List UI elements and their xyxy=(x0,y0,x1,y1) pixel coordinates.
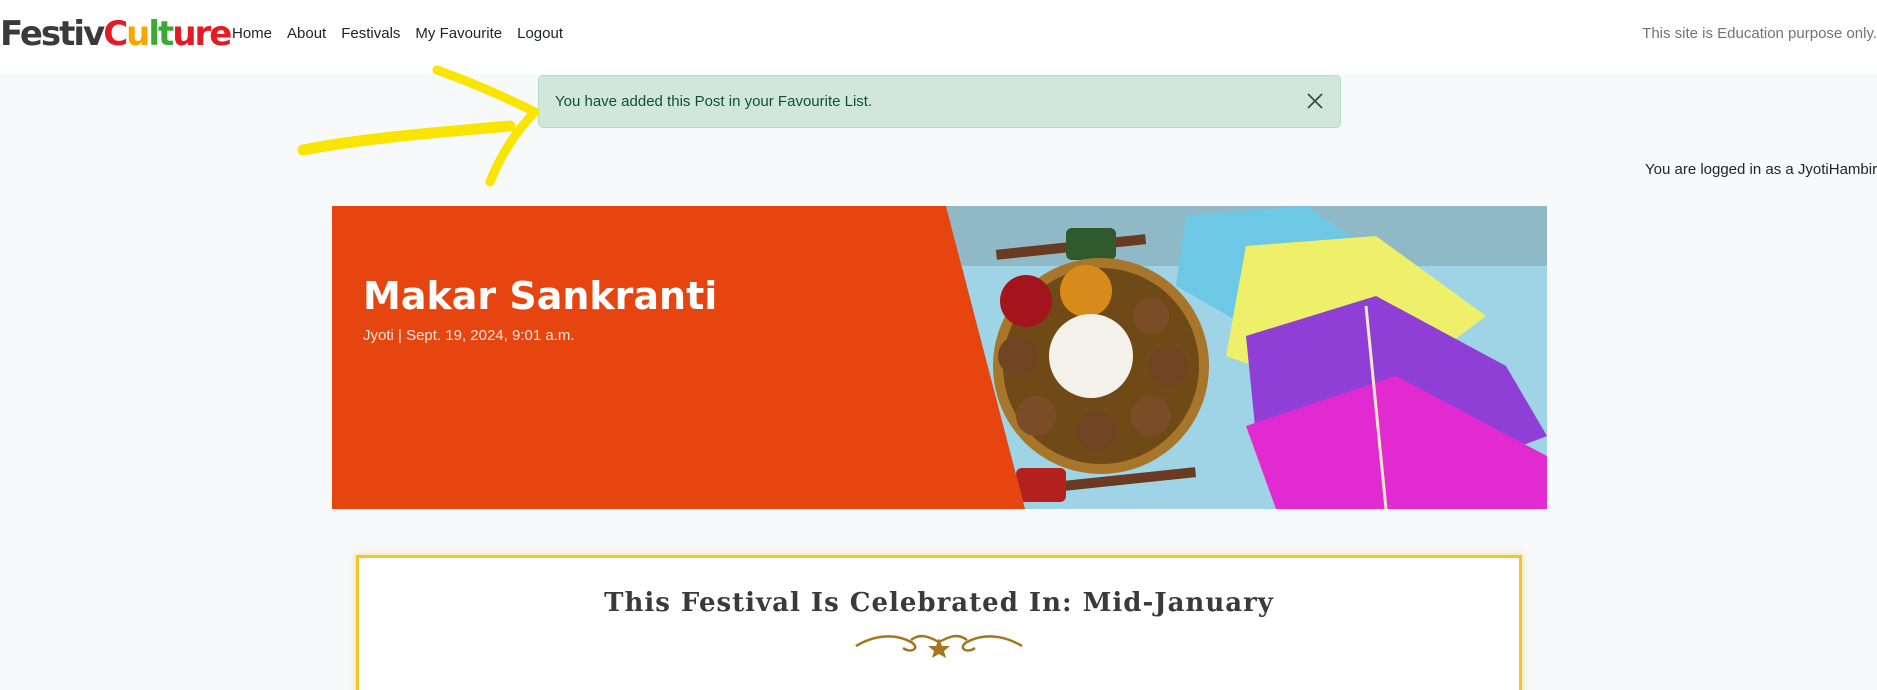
nav-home-link[interactable]: Home xyxy=(232,24,272,44)
success-alert: You have added this Post in your Favouri… xyxy=(538,75,1341,128)
nav-festivals-link[interactable]: Festivals xyxy=(341,24,400,44)
festival-hero-image xyxy=(946,206,1547,509)
celebration-period-box: This Festival Is Celebrated In: Mid-Janu… xyxy=(356,555,1522,690)
alert-message: You have added this Post in your Favouri… xyxy=(555,93,873,110)
festival-title: Makar Sankranti xyxy=(363,274,718,318)
navbar: FestivCulture Home About Festivals My Fa… xyxy=(0,0,1877,74)
yellow-arrow-annotation xyxy=(297,65,540,187)
brand-logo[interactable]: FestivCulture xyxy=(0,14,232,54)
education-notice: This site is Education purpose only. xyxy=(1642,25,1877,42)
nav-my-favourite-link[interactable]: My Favourite xyxy=(415,24,502,44)
nav-links: Home About Festivals My Favourite Logout xyxy=(232,24,563,44)
festival-hero: Makar Sankranti Jyoti | Sept. 19, 2024, … xyxy=(332,206,1547,509)
close-icon[interactable] xyxy=(1304,90,1326,112)
celebration-period-title: This Festival Is Celebrated In: Mid-Janu… xyxy=(604,588,1274,618)
logged-in-status: You are logged in as a JyotiHambir xyxy=(1645,161,1877,178)
ornament-flourish-icon xyxy=(855,634,1023,658)
nav-about-link[interactable]: About xyxy=(287,24,326,44)
festival-meta: Jyoti | Sept. 19, 2024, 9:01 a.m. xyxy=(363,327,575,344)
nav-logout-link[interactable]: Logout xyxy=(517,24,563,44)
